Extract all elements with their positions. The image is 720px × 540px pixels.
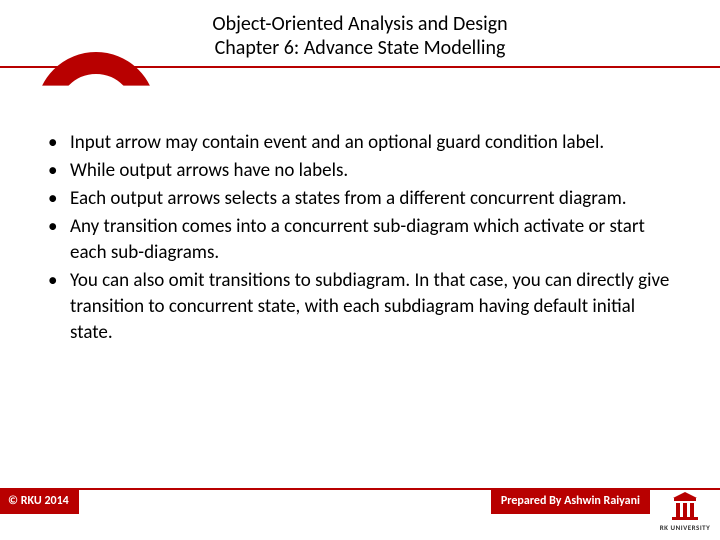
- footer-copyright: © RKU 2014: [0, 490, 79, 514]
- footer-right-group: Prepared By Ashwin Raiyani RK UNIVERSITY: [491, 490, 720, 538]
- slide: Object-Oriented Analysis and Design Chap…: [0, 0, 720, 540]
- list-item: You can also omit transitions to subdiag…: [44, 268, 676, 346]
- list-item: Any transition comes into a concurrent s…: [44, 214, 676, 266]
- slide-header: Object-Oriented Analysis and Design Chap…: [0, 0, 720, 82]
- list-item: Input arrow may contain event and an opt…: [44, 130, 676, 156]
- university-logo: RK UNIVERSITY: [650, 490, 720, 538]
- slide-footer: © RKU 2014 Prepared By Ashwin Raiyani RK…: [0, 488, 720, 540]
- title-line-1: Object-Oriented Analysis and Design: [0, 12, 720, 36]
- bullet-list: Input arrow may contain event and an opt…: [44, 130, 676, 346]
- logo-text: RK UNIVERSITY: [660, 523, 711, 532]
- list-item: Each output arrows selects a states from…: [44, 186, 676, 212]
- list-item: While output arrows have no labels.: [44, 158, 676, 184]
- slide-body: Input arrow may contain event and an opt…: [44, 130, 676, 348]
- logo-icon: [668, 492, 702, 522]
- footer-prepared-by: Prepared By Ashwin Raiyani: [491, 490, 650, 514]
